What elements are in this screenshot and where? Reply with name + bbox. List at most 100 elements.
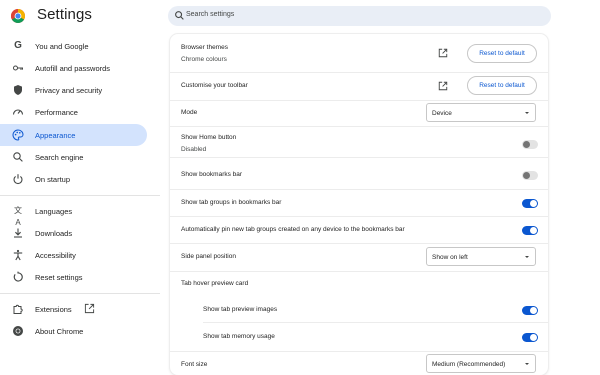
preview-images-toggle[interactable] — [522, 306, 538, 315]
sidebar-item-reset-settings[interactable]: Reset settings — [0, 266, 147, 288]
appearance-settings-card: Browser themes Chrome colours Reset to d… — [170, 34, 548, 375]
sidebar-divider — [0, 195, 160, 196]
font-size-label: Font size — [181, 361, 208, 368]
show-home-toggle[interactable] — [522, 140, 538, 149]
chevron-down-icon — [525, 363, 529, 365]
bookmarks-bar-row[interactable]: Show bookmarks bar — [170, 158, 548, 188]
sidebar-item-label: You and Google — [35, 42, 89, 51]
sidebar-item-search-engine[interactable]: Search engine — [0, 146, 147, 168]
sidebar-item-extensions[interactable]: Extensions — [0, 298, 147, 320]
auto-pin-label: Automatically pin new tab groups created… — [181, 226, 405, 233]
memory-usage-toggle[interactable] — [522, 333, 538, 342]
side-panel-row: Side panel position Show on left — [170, 244, 548, 269]
show-home-row[interactable]: Show Home button Disabled — [170, 127, 548, 157]
open-in-new-icon — [84, 303, 95, 314]
toggle-knob — [523, 172, 530, 179]
browser-themes-sublabel: Chrome colours — [181, 56, 227, 63]
power-icon — [13, 174, 23, 185]
chrome-icon — [13, 326, 23, 336]
palette-icon — [12, 129, 24, 141]
browser-themes-row[interactable]: Browser themes Chrome colours Reset to d… — [170, 34, 548, 72]
reset-themes-button[interactable]: Reset to default — [467, 44, 537, 63]
sidebar-item-label: Performance — [35, 108, 78, 117]
search-settings-input[interactable]: Search settings — [168, 6, 551, 26]
sidebar-divider — [0, 293, 160, 294]
mode-select-value: Device — [432, 110, 452, 117]
mode-label: Mode — [181, 109, 198, 116]
open-in-new-icon[interactable] — [438, 81, 448, 91]
sidebar-item-label: Languages — [35, 207, 73, 216]
sidebar-item-label: Reset settings — [35, 273, 83, 282]
sidebar-item-on-startup[interactable]: On startup — [0, 168, 147, 190]
bookmarks-bar-toggle[interactable] — [522, 171, 538, 180]
sidebar-item-downloads[interactable]: Downloads — [0, 222, 147, 244]
side-panel-select-value: Show on left — [432, 254, 468, 261]
page-title: Settings — [37, 6, 92, 23]
tab-groups-label: Show tab groups in bookmarks bar — [181, 199, 282, 206]
tab-groups-toggle[interactable] — [522, 199, 538, 208]
preview-images-label: Show tab preview images — [203, 306, 278, 313]
sidebar-item-label: Autofill and passwords — [35, 64, 111, 73]
customise-toolbar-label: Customise your toolbar — [181, 82, 248, 89]
sidebar-item-about-chrome[interactable]: About Chrome — [0, 320, 147, 342]
toggle-knob — [530, 307, 537, 314]
reset-icon — [13, 271, 23, 282]
settings-sidebar: G You and Google Autofill and passwords … — [0, 34, 160, 375]
sidebar-item-label: Accessibility — [35, 251, 76, 260]
search-icon — [175, 11, 184, 20]
sidebar-item-label: Privacy and security — [35, 86, 103, 95]
show-home-label: Show Home button — [181, 134, 237, 141]
browser-themes-label: Browser themes — [181, 44, 228, 51]
toggle-knob — [530, 227, 537, 234]
sidebar-item-languages[interactable]: 文A Languages — [0, 200, 147, 227]
key-icon — [13, 65, 23, 71]
sidebar-item-label: Downloads — [35, 229, 73, 238]
search-placeholder: Search settings — [186, 11, 235, 18]
puzzle-icon — [13, 304, 23, 314]
shield-icon — [14, 85, 22, 95]
search-icon — [13, 152, 23, 162]
sidebar-item-autofill[interactable]: Autofill and passwords — [0, 57, 147, 79]
toggle-knob — [523, 141, 530, 148]
side-panel-select[interactable]: Show on left — [426, 247, 536, 266]
auto-pin-row[interactable]: Automatically pin new tab groups created… — [170, 217, 548, 243]
auto-pin-toggle[interactable] — [522, 226, 538, 235]
font-size-select-value: Medium (Recommended) — [432, 361, 506, 368]
toggle-knob — [530, 334, 537, 341]
customise-toolbar-row[interactable]: Customise your toolbar Reset to default — [170, 73, 548, 100]
side-panel-label: Side panel position — [181, 253, 236, 260]
settings-header: Settings Search settings — [0, 0, 600, 32]
memory-usage-row[interactable]: Show tab memory usage — [170, 323, 548, 349]
accessibility-icon — [13, 249, 23, 261]
chevron-down-icon — [525, 112, 529, 114]
preview-images-row[interactable]: Show tab preview images — [170, 296, 548, 322]
sidebar-item-privacy[interactable]: Privacy and security — [0, 79, 147, 101]
font-size-select[interactable]: Medium (Recommended) — [426, 354, 536, 373]
mode-select[interactable]: Device — [426, 103, 536, 122]
sidebar-item-performance[interactable]: Performance — [0, 101, 147, 123]
sidebar-item-label: Appearance — [35, 131, 76, 140]
tab-hover-label: Tab hover preview card — [181, 280, 249, 287]
chevron-down-icon — [525, 256, 529, 258]
chrome-logo-icon — [11, 9, 25, 23]
translate-icon: 文A — [14, 206, 22, 227]
memory-usage-label: Show tab memory usage — [203, 333, 275, 340]
bookmarks-bar-label: Show bookmarks bar — [181, 171, 243, 178]
tab-hover-row: Tab hover preview card — [170, 272, 548, 296]
mode-row: Mode Device — [170, 101, 548, 125]
open-in-new-icon[interactable] — [438, 48, 448, 58]
sidebar-item-accessibility[interactable]: Accessibility — [0, 244, 147, 266]
tab-groups-row[interactable]: Show tab groups in bookmarks bar — [170, 190, 548, 216]
toggle-knob — [530, 200, 537, 207]
font-size-row: Font size Medium (Recommended) — [170, 352, 548, 375]
download-icon — [14, 228, 22, 238]
sidebar-item-you-and-google[interactable]: G You and Google — [0, 35, 147, 57]
sidebar-item-label: Search engine — [35, 153, 84, 162]
speedometer-icon — [12, 109, 24, 115]
google-g-icon: G — [14, 40, 22, 51]
reset-toolbar-button[interactable]: Reset to default — [467, 76, 537, 95]
sidebar-item-label: About Chrome — [35, 327, 84, 336]
sidebar-item-label: Extensions — [35, 305, 72, 314]
sidebar-item-appearance[interactable]: Appearance — [0, 124, 147, 146]
sidebar-item-label: On startup — [35, 175, 71, 184]
